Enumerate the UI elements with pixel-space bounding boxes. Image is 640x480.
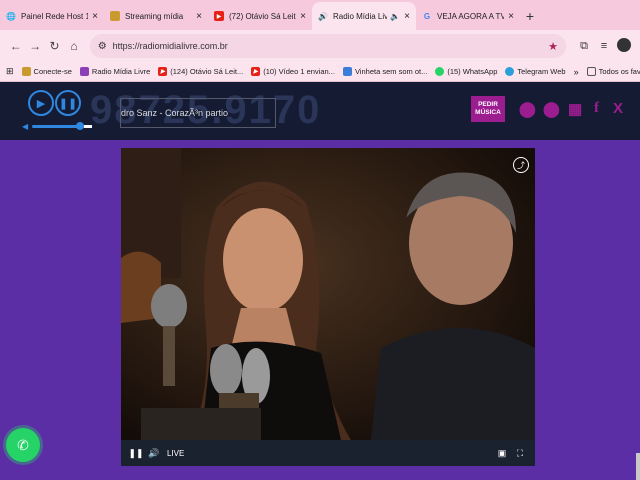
- bookmark-item[interactable]: ▶ (124) Otávio Sá Leit...: [158, 67, 243, 76]
- pause-icon: ❚❚: [58, 97, 78, 110]
- scrollbar[interactable]: [636, 453, 640, 480]
- globe-icon: 🌐: [6, 11, 16, 21]
- bookmark-item[interactable]: Conecte-se: [21, 67, 72, 76]
- more-bookmarks-icon[interactable]: »: [574, 67, 579, 77]
- whatsapp-icon: ✆: [17, 436, 29, 453]
- folder-icon: [586, 67, 596, 76]
- bookmark-item[interactable]: (15) WhatsApp: [435, 67, 497, 76]
- youtube-icon: ▶: [214, 11, 224, 21]
- request-song-button[interactable]: PEDIR MÚSICA: [471, 96, 505, 122]
- bookmarks-bar: ⊞ Conecte-se Radio Mídia Livre ▶ (124) Ot…: [0, 62, 640, 82]
- bookmark-star-icon[interactable]: ★: [548, 40, 558, 53]
- google-icon: G: [423, 11, 431, 21]
- fullscreen-icon: ⛶: [516, 447, 524, 458]
- volume-slider[interactable]: ◀: [22, 121, 92, 131]
- tab-painel[interactable]: 🌐 Painel Rede Host 10 ×: [0, 2, 104, 30]
- tab-title: Radio Mídia Livre: [333, 11, 388, 21]
- pause-icon: ❚❚: [128, 447, 144, 458]
- now-playing-text: dro Sanz - CorazÃ³n partio: [120, 98, 276, 128]
- play-icon: ▶: [36, 97, 46, 110]
- bookmark-item[interactable]: ▶ (10) Vídeo 1 envian...: [251, 67, 335, 76]
- extensions-icon[interactable]: ⧉: [574, 40, 594, 53]
- folder-icon: [110, 11, 120, 21]
- tab-title: Streaming mídia: [125, 11, 184, 21]
- play-button[interactable]: ▶: [28, 90, 54, 116]
- volume-handle[interactable]: [76, 121, 84, 130]
- apple-icon[interactable]: ⬤: [543, 100, 560, 118]
- address-bar[interactable]: ⚙ https://radiomidialivre.com.br ★: [89, 34, 566, 58]
- facebook-icon[interactable]: f: [594, 100, 599, 117]
- bookmark-item[interactable]: Vinheta sem som ot...: [342, 67, 427, 76]
- volume-icon: 🔊: [148, 447, 160, 458]
- home-icon[interactable]: ⌂: [64, 39, 83, 53]
- close-icon[interactable]: ×: [300, 11, 306, 22]
- audio-playing-icon[interactable]: 🔈: [390, 12, 400, 21]
- reload-icon[interactable]: ↻: [45, 39, 64, 53]
- android-icon[interactable]: ⬤: [519, 100, 536, 118]
- back-icon[interactable]: ←: [6, 39, 25, 53]
- volume-icon: ◀: [22, 121, 29, 131]
- youtube-icon: ▶: [158, 67, 168, 76]
- site-info-icon[interactable]: ⚙: [98, 41, 107, 52]
- all-bookmarks-folder[interactable]: Todos os fav: [586, 67, 640, 76]
- speaker-icon: 🔊: [318, 11, 328, 21]
- bookmark-item[interactable]: Radio Mídia Livre: [79, 67, 150, 76]
- browser-toolbar: ← → ↻ ⌂ ⚙ https://radiomidialivre.com.br…: [0, 30, 640, 62]
- apps-icon[interactable]: ⊞: [6, 66, 14, 77]
- pip-icon: ▣: [497, 447, 507, 458]
- folder-icon: [21, 67, 31, 76]
- pause-button[interactable]: ❚❚: [55, 90, 81, 116]
- radio-player: 98725.9170 ▶ ❚❚ ◀ dro Sanz - CorazÃ³n pa…: [0, 82, 640, 140]
- share-icon: ⤴: [517, 160, 525, 170]
- profile-avatar[interactable]: [614, 37, 634, 55]
- close-icon[interactable]: ×: [196, 11, 202, 22]
- url-text: https://radiomidialivre.com.br: [112, 41, 228, 51]
- youtube-icon: ▶: [251, 67, 261, 76]
- tab-streaming[interactable]: Streaming mídia ×: [104, 2, 208, 30]
- tab-youtube[interactable]: ▶ (72) Otávio Sá Leitão - Yo ×: [208, 2, 312, 30]
- close-icon[interactable]: ×: [404, 11, 410, 22]
- windows-icon[interactable]: ▦: [568, 100, 582, 118]
- tab-title: VEJA AGORA A TV MÍDIA: [437, 11, 505, 21]
- tab-title: (72) Otávio Sá Leitão - Yo: [229, 11, 296, 21]
- reading-list-icon[interactable]: ≡: [594, 40, 614, 52]
- fullscreen-button[interactable]: ⛶: [511, 448, 529, 459]
- video-frame: [121, 148, 535, 440]
- tab-title: Painel Rede Host 10: [21, 11, 89, 21]
- picture-in-picture-button[interactable]: ▣: [493, 448, 511, 459]
- whatsapp-button[interactable]: ✆: [6, 428, 40, 462]
- main-content: ⤴ ❚❚ 🔊 LIVE ▣ ⛶: [0, 140, 640, 480]
- speaker-icon: [79, 67, 89, 76]
- forward-icon[interactable]: →: [25, 39, 44, 53]
- telegram-icon: [505, 67, 515, 76]
- tab-strip: 🌐 Painel Rede Host 10 × Streaming mídia …: [0, 0, 640, 30]
- tab-radio-midia-livre[interactable]: 🔊 Radio Mídia Livre 🔈 ×: [312, 2, 416, 30]
- close-icon[interactable]: ×: [92, 11, 98, 22]
- whatsapp-icon: [435, 67, 445, 76]
- x-twitter-icon[interactable]: X: [613, 100, 623, 117]
- video-player[interactable]: ⤴ ❚❚ 🔊 LIVE ▣ ⛶: [121, 148, 535, 466]
- tab-veja-agora[interactable]: G VEJA AGORA A TV MÍDIA ×: [416, 2, 520, 30]
- drive-icon: [342, 67, 352, 76]
- bookmark-item[interactable]: Telegram Web: [505, 67, 566, 76]
- live-badge: LIVE: [167, 448, 185, 458]
- volume-button[interactable]: 🔊: [145, 448, 163, 459]
- close-icon[interactable]: ×: [508, 11, 514, 22]
- share-button[interactable]: ⤴: [513, 157, 529, 173]
- pause-button[interactable]: ❚❚: [127, 448, 145, 459]
- video-controls: ❚❚ 🔊 LIVE ▣ ⛶: [121, 440, 535, 466]
- new-tab-button[interactable]: +: [520, 2, 540, 30]
